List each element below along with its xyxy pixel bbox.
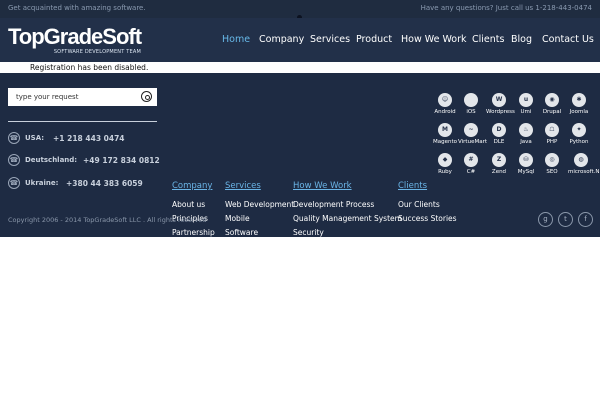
tech-zend[interactable]: Z Zend — [486, 153, 512, 175]
top-bar: Get acquainted with amazing software. Ha… — [0, 0, 600, 20]
tech-virtuemart[interactable]: ~ VirtueMart — [458, 123, 487, 145]
python-icon: ✦ — [572, 123, 586, 137]
nav-contact-us[interactable]: Contact Us — [542, 34, 594, 45]
search-box[interactable]: type your request — [8, 88, 157, 106]
footer-link-success-stories[interactable]: Success Stories — [398, 214, 457, 223]
drupal-icon: ◉ — [545, 93, 559, 107]
footer-link-about-us[interactable]: About us — [172, 200, 205, 209]
joomla-icon: ✱ — [572, 93, 586, 107]
tech-seo[interactable]: ◎ SEO — [539, 153, 565, 175]
phone-icon: ☎ — [8, 132, 20, 144]
footer-link-mobile[interactable]: Mobile — [225, 214, 250, 223]
phone-label: Ukraine: — [25, 179, 59, 187]
footer-link-development-process[interactable]: Development Process — [293, 200, 374, 209]
footer-link-web-development[interactable]: Web Development — [225, 200, 294, 209]
footer-heading-how-we-work[interactable]: How We Work — [293, 181, 352, 191]
android-icon: ☺ — [438, 93, 452, 107]
seo-icon: ◎ — [545, 153, 559, 167]
footer-link-software[interactable]: Software — [225, 228, 258, 237]
footer-link-partnership[interactable]: Partnership — [172, 228, 215, 237]
footer-link-our-clients[interactable]: Our Clients — [398, 200, 440, 209]
twitter-icon[interactable]: t — [558, 212, 573, 227]
nav-blog[interactable]: Blog — [511, 34, 532, 45]
facebook-icon[interactable]: f — [578, 212, 593, 227]
nav-services[interactable]: Services — [310, 34, 350, 45]
phone-icon: ☎ — [8, 154, 20, 166]
tech-magento[interactable]: M Magento — [432, 123, 458, 145]
tech-drupal[interactable]: ◉ Drupal — [539, 93, 565, 115]
zend-icon: Z — [492, 153, 506, 167]
magento-icon: M — [438, 123, 452, 137]
wordpress-icon: W — [492, 93, 506, 107]
phone-label: USA: — [25, 134, 45, 142]
footer: type your request ☎ USA: +1 218 443 0474… — [0, 73, 600, 237]
tech-android[interactable]: ☺ Android — [432, 93, 458, 115]
tech-ios[interactable]: iOS — [458, 93, 484, 115]
search-input[interactable]: type your request — [16, 93, 78, 101]
mysql-icon: ⛁ — [519, 153, 533, 167]
tagline: Get acquainted with amazing software. — [8, 4, 146, 12]
dotnet-icon: ◍ — [574, 153, 588, 167]
tech-csharp[interactable]: # C# — [458, 153, 484, 175]
phone-number[interactable]: +1 218 443 0474 — [53, 134, 125, 143]
php-icon: ☖ — [545, 123, 559, 137]
tech-python[interactable]: ✦ Python — [566, 123, 592, 145]
google-plus-icon[interactable]: g — [538, 212, 553, 227]
site-header: TopGradeSoft SOFTWARE DEVELOPMENT TEAM H… — [0, 18, 600, 62]
phone-icon: ☎ — [8, 177, 20, 189]
virtuemart-icon: ~ — [464, 123, 478, 137]
copyright: Copyright 2006 - 2014 TopGradeSoft LLC .… — [8, 216, 207, 224]
tech-java[interactable]: ♨ Java — [513, 123, 539, 145]
tech-wordpress[interactable]: W Wordpress — [486, 93, 515, 115]
nav-company[interactable]: Company — [259, 34, 304, 45]
divider — [8, 121, 157, 122]
java-icon: ♨ — [519, 123, 533, 137]
umi-icon: u — [519, 93, 533, 107]
footer-heading-clients[interactable]: Clients — [398, 181, 427, 191]
apple-icon — [464, 93, 478, 107]
ruby-icon: ◆ — [438, 153, 452, 167]
tech-joomla[interactable]: ✱ Joomla — [566, 93, 592, 115]
tech-dotnet[interactable]: ◍microsoft.NET — [568, 153, 600, 175]
nav-how-we-work[interactable]: How We Work — [401, 34, 467, 45]
tech-mysql[interactable]: ⛁ MySql — [513, 153, 539, 175]
nav-clients[interactable]: Clients — [472, 34, 504, 45]
search-icon[interactable] — [141, 91, 152, 102]
tech-ruby[interactable]: ◆ Ruby — [432, 153, 458, 175]
footer-heading-company[interactable]: Company — [172, 181, 212, 191]
logo[interactable]: TopGradeSoft SOFTWARE DEVELOPMENT TEAM — [8, 26, 142, 56]
phone-label: Deutschland: — [25, 156, 78, 164]
nav-product[interactable]: Product — [356, 34, 392, 45]
nav-home[interactable]: Home — [222, 34, 250, 45]
tech-umi[interactable]: u Umi — [513, 93, 539, 115]
contact-phone: Have any questions? Just call us 1-218-4… — [420, 4, 592, 12]
notice-text: Registration has been disabled. — [30, 63, 149, 72]
footer-link-quality-management[interactable]: Quality Management System — [293, 214, 402, 223]
footer-heading-services[interactable]: Services — [225, 181, 261, 191]
phone-number[interactable]: +49 172 834 0812 — [83, 156, 160, 165]
csharp-icon: # — [464, 153, 478, 167]
phone-number[interactable]: +380 44 383 6059 — [66, 179, 143, 188]
dle-icon: D — [492, 123, 506, 137]
tech-dle[interactable]: D DLE — [486, 123, 512, 145]
notice-bar: Registration has been disabled. — [0, 62, 600, 73]
footer-link-security[interactable]: Security — [293, 228, 324, 237]
tech-php[interactable]: ☖ PHP — [539, 123, 565, 145]
